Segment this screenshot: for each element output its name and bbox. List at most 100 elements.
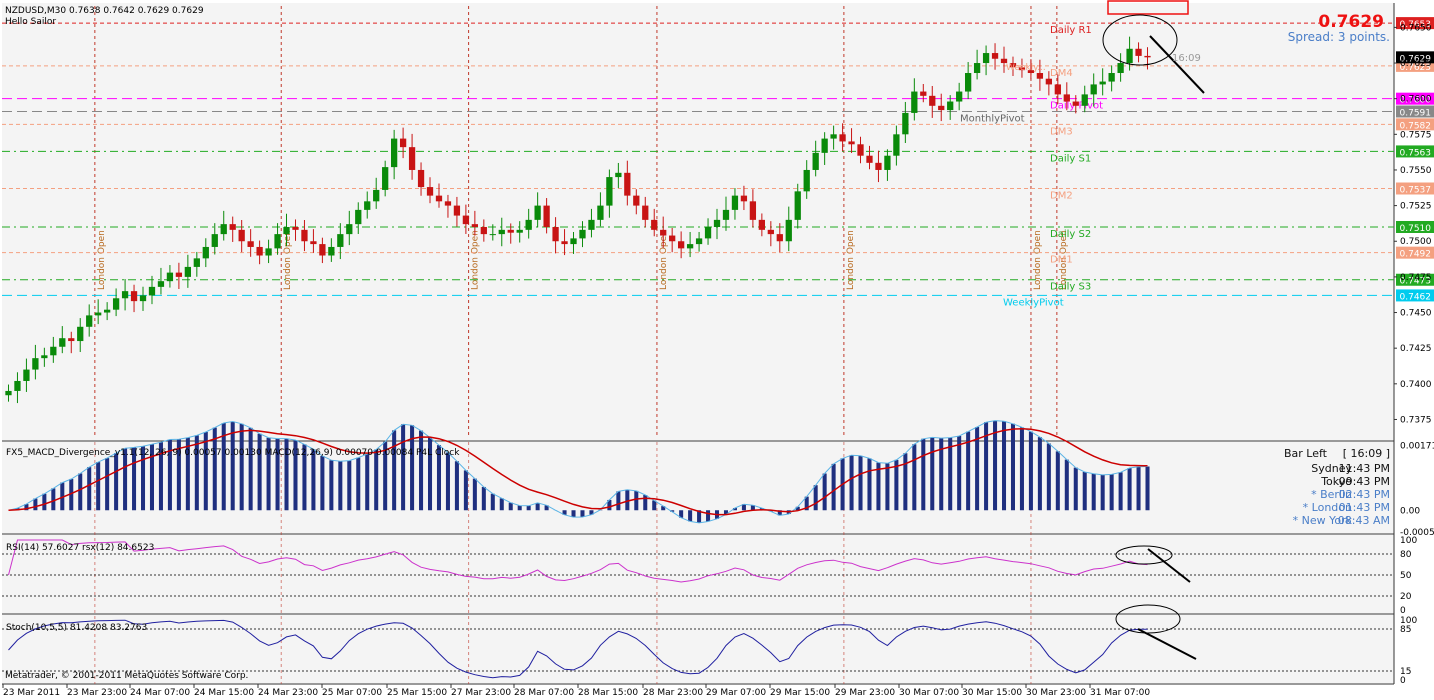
candle-body xyxy=(453,205,461,216)
indicator-name: Hello Sailor xyxy=(5,17,56,27)
x-tick-label: 30 Mar 23:00 xyxy=(1026,688,1086,698)
x-tick-label: 31 Mar 07:00 xyxy=(1090,688,1150,698)
candle-body xyxy=(1036,73,1044,79)
macd-tick-label: 0.00 xyxy=(1400,506,1420,516)
candle-body xyxy=(982,53,990,64)
y-tick-label: 0.7550 xyxy=(1400,166,1432,176)
candle-body xyxy=(1054,84,1061,95)
candle-body xyxy=(615,172,622,178)
candle-body xyxy=(59,338,66,347)
candle-body xyxy=(1135,48,1142,56)
x-tick-label: 29 Mar 23:00 xyxy=(835,688,895,698)
candle-body xyxy=(902,112,909,135)
candle-body xyxy=(731,195,739,210)
candle-body xyxy=(552,226,559,242)
spread-text: Spread: 3 points. xyxy=(1288,30,1390,44)
candle-body xyxy=(507,229,514,233)
rsi-tick-label: 0 xyxy=(1400,606,1406,616)
candle-body xyxy=(112,298,120,310)
x-tick-label: 30 Mar 07:00 xyxy=(899,688,959,698)
candle-body xyxy=(830,134,837,139)
candle-body xyxy=(749,201,757,220)
candle-body xyxy=(444,201,452,206)
candle-body xyxy=(561,241,568,245)
price-level-label: Daily R1 xyxy=(1050,25,1092,36)
candle-body xyxy=(740,195,748,202)
candle-body xyxy=(534,205,541,220)
candle-body xyxy=(157,281,165,287)
candle-body xyxy=(382,167,389,190)
candle-body xyxy=(704,226,712,239)
candle-body xyxy=(355,209,362,225)
price-level-label: Daily S1 xyxy=(1050,153,1091,164)
candle-body xyxy=(391,138,398,168)
price-level-label: Daily S3 xyxy=(1050,282,1091,293)
candle-body xyxy=(256,246,263,256)
candle-body xyxy=(435,195,443,202)
candle-body xyxy=(794,191,801,220)
rsi-tick-label: 50 xyxy=(1400,571,1412,581)
price-tag-text: 0.7563 xyxy=(1400,148,1432,158)
x-tick-label: 27 Mar 23:00 xyxy=(451,688,511,698)
candle-body xyxy=(346,224,353,235)
candle-body xyxy=(1081,94,1088,106)
candle-body xyxy=(148,286,156,296)
x-tick-label: 23 Mar 23:00 xyxy=(67,688,127,698)
y-tick-label: 0.7375 xyxy=(1400,415,1432,425)
candle-body xyxy=(265,248,272,256)
candle-body xyxy=(220,224,227,235)
candle-body xyxy=(426,187,434,196)
symbol-line: NZDUSD,M30 0.7638 0.7642 0.7629 0.7629 xyxy=(5,6,204,16)
candle-body xyxy=(408,147,416,170)
y-tick-label: 0.7450 xyxy=(1400,309,1432,319)
candle-body xyxy=(884,155,891,170)
candle-body xyxy=(121,291,129,299)
rsi-tick-label: 100 xyxy=(1400,536,1417,546)
session-label: London Open xyxy=(846,230,856,290)
y-tick-label: 0.7475 xyxy=(1400,273,1432,283)
x-tick-label: 25 Mar 15:00 xyxy=(387,688,447,698)
candle-body xyxy=(767,229,774,235)
y-tick-label: 0.7575 xyxy=(1400,130,1432,140)
candle-body xyxy=(597,205,604,220)
trading-chart: London Open London Open London Open London … xyxy=(0,0,1434,700)
candle-body xyxy=(875,162,882,170)
candle-body xyxy=(139,295,147,302)
candle-body xyxy=(319,244,326,256)
candle-body xyxy=(1072,101,1079,106)
x-tick-label: 30 Mar 15:00 xyxy=(962,688,1022,698)
candle-body xyxy=(1126,48,1133,64)
x-tick-label: 28 Mar 23:00 xyxy=(643,688,703,698)
session-label: London Open xyxy=(97,230,107,290)
candle-body xyxy=(417,169,425,188)
candle-body xyxy=(202,246,209,259)
candle-body xyxy=(525,219,532,230)
y-tick-label: 0.7400 xyxy=(1400,380,1432,390)
candle-body xyxy=(839,134,846,142)
main-panel[interactable] xyxy=(2,3,1394,440)
session-label: London Open xyxy=(1033,230,1043,290)
macd-label: FX5_MACD_Divergence_v1.1(12, 26, 9) 0.00… xyxy=(6,448,460,458)
candle-body xyxy=(211,234,218,247)
candle-body xyxy=(14,380,21,391)
countdown: 16:09 xyxy=(1172,53,1201,64)
candle-body xyxy=(104,309,111,313)
stoch-tick-label: 85 xyxy=(1400,625,1411,635)
candle-body xyxy=(543,205,550,227)
candle-body xyxy=(570,238,577,245)
candle-body xyxy=(991,53,999,59)
candle-body xyxy=(516,229,523,233)
candle-body xyxy=(713,219,721,227)
candle-body xyxy=(1063,94,1070,102)
candle-body xyxy=(695,238,703,245)
price-level-label: Daily S2 xyxy=(1050,229,1091,240)
candle-body xyxy=(5,390,12,396)
candle-body xyxy=(184,266,191,277)
x-tick-label: 28 Mar 07:00 xyxy=(514,688,574,698)
candle-body xyxy=(238,229,245,242)
candle-body xyxy=(929,95,936,106)
candle-body xyxy=(911,91,918,113)
y-tick-label: 0.7525 xyxy=(1400,202,1432,212)
candle-body xyxy=(193,258,200,267)
x-tick-label: 29 Mar 15:00 xyxy=(770,688,830,698)
